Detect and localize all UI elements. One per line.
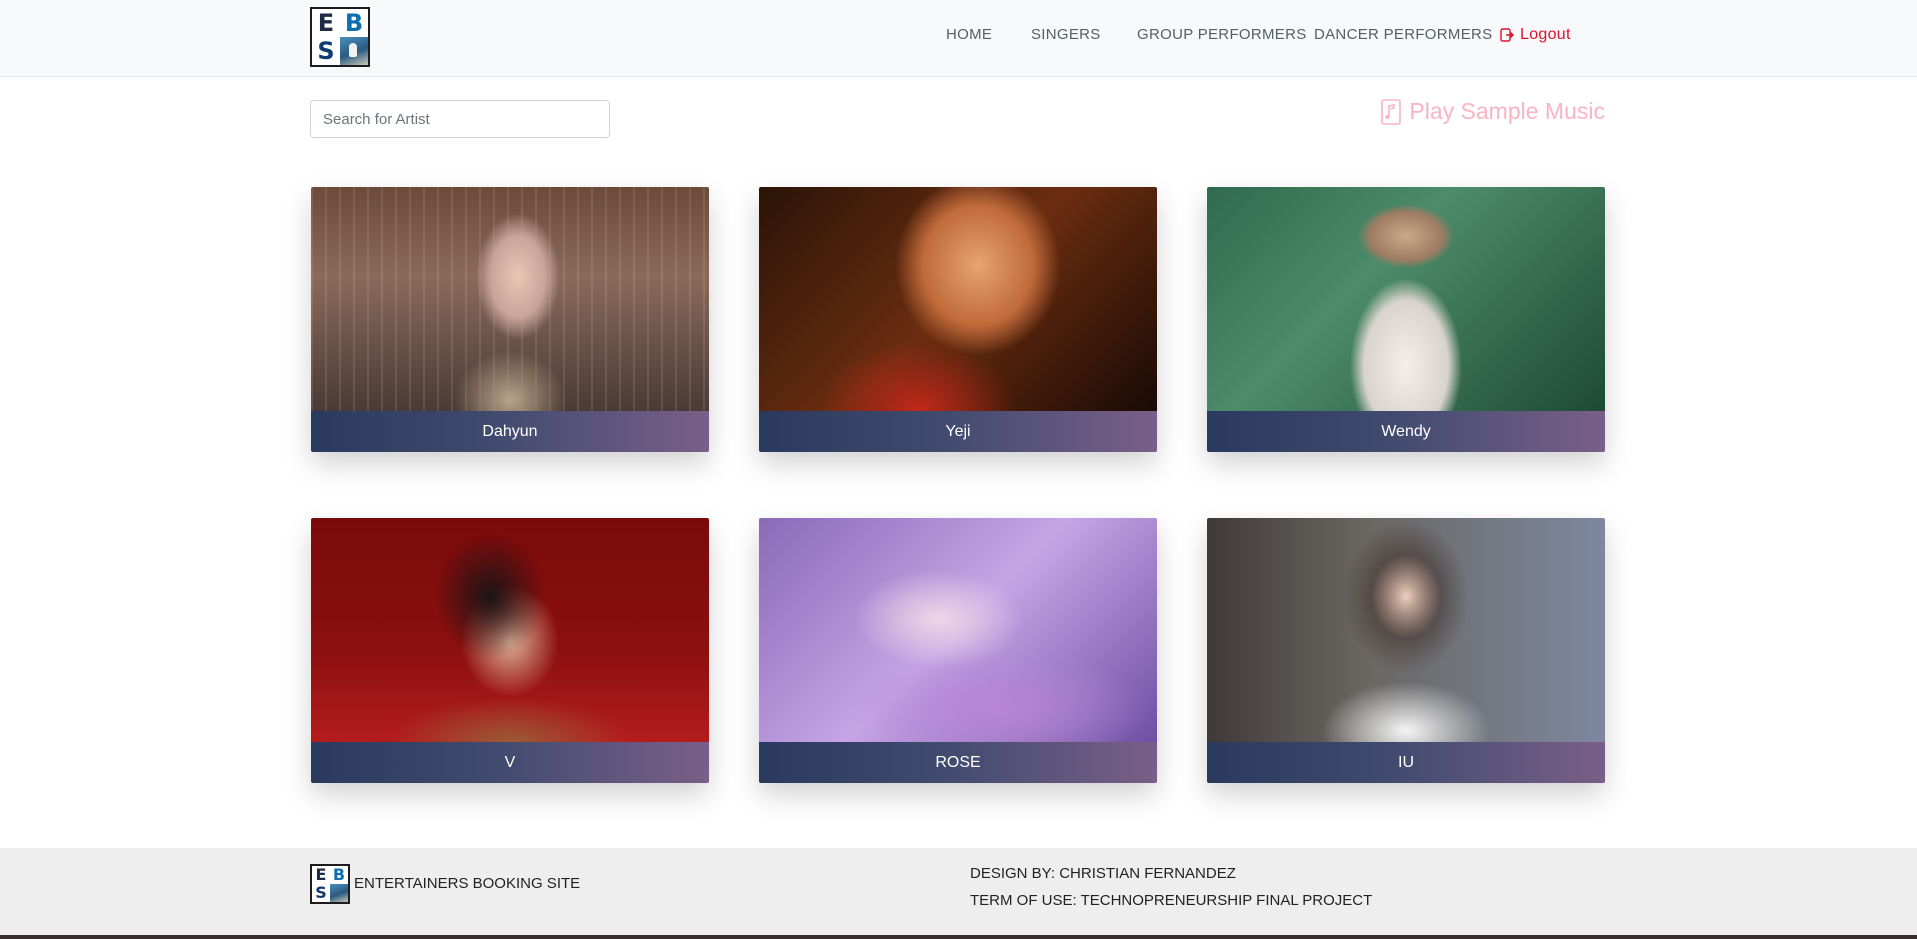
footer-brand-name: ENTERTAINERS BOOKING SITE <box>354 875 581 892</box>
artist-photo <box>311 187 709 411</box>
performer-photo-icon <box>330 884 348 902</box>
artist-card-v[interactable]: V <box>311 518 709 783</box>
artist-photo <box>311 518 709 742</box>
logo-letter-b: B <box>344 9 364 37</box>
artist-card-rose[interactable]: ROSE <box>759 518 1157 783</box>
artist-card-footer: V <box>311 742 709 783</box>
artist-name: ROSE <box>935 753 981 771</box>
play-sample-music-button[interactable]: Play Sample Music <box>1381 98 1605 125</box>
logo-letter-e: E <box>315 865 327 884</box>
artist-name: IU <box>1398 753 1414 771</box>
site-logo[interactable]: E B S <box>310 7 370 67</box>
footer: E B S ENTERTAINERS BOOKING SITE DESIGN B… <box>0 848 1917 935</box>
artist-photo <box>759 518 1157 742</box>
logo-letter-e: E <box>317 9 335 37</box>
artist-name: Wendy <box>1381 422 1431 440</box>
artist-name: V <box>504 753 516 771</box>
footer-design-credit: DESIGN BY: CHRISTIAN FERNANDEZ <box>970 865 1236 882</box>
artist-name: Yeji <box>945 422 971 440</box>
logout-label: Logout <box>1520 26 1571 43</box>
nav-dancer-performers-link[interactable]: DANCER PERFORMERS <box>1314 26 1492 43</box>
logo-letter-s: S <box>315 883 327 902</box>
logo-letter-s: S <box>317 37 335 65</box>
artist-photo <box>759 187 1157 411</box>
artist-card-dahyun[interactable]: Dahyun <box>311 187 709 452</box>
music-note-icon <box>1381 98 1402 125</box>
artist-photo <box>1207 518 1605 742</box>
artist-card-footer: ROSE <box>759 742 1157 783</box>
artist-card-footer: Yeji <box>759 411 1157 452</box>
artist-card-wendy[interactable]: Wendy <box>1207 187 1605 452</box>
nav-group-performers-link[interactable]: GROUP PERFORMERS <box>1137 26 1307 43</box>
play-sample-music-label: Play Sample Music <box>1409 98 1605 124</box>
logout-icon <box>1500 28 1514 42</box>
nav-home-link[interactable]: HOME <box>946 26 992 43</box>
performer-photo-icon <box>340 37 368 65</box>
artist-card-footer: Dahyun <box>311 411 709 452</box>
artist-photo <box>1207 187 1605 411</box>
navbar: E B S HOME SINGERS GROUP PERFORMERS DANC… <box>0 0 1917 77</box>
footer-logo: E B S <box>310 864 350 904</box>
logout-link[interactable]: Logout <box>1500 26 1571 44</box>
footer-terms-of-use: TERM OF USE: TECHNOPRENEURSHIP FINAL PRO… <box>970 892 1373 909</box>
nav-singers-link[interactable]: SINGERS <box>1031 26 1101 43</box>
artist-card-iu[interactable]: IU <box>1207 518 1605 783</box>
artist-card-yeji[interactable]: Yeji <box>759 187 1157 452</box>
artist-card-footer: IU <box>1207 742 1605 783</box>
artist-name: Dahyun <box>482 422 538 440</box>
artist-search-input[interactable] <box>310 100 610 138</box>
bottom-edge-strip <box>0 935 1917 939</box>
logo-letter-b: B <box>332 865 346 884</box>
artist-card-footer: Wendy <box>1207 411 1605 452</box>
